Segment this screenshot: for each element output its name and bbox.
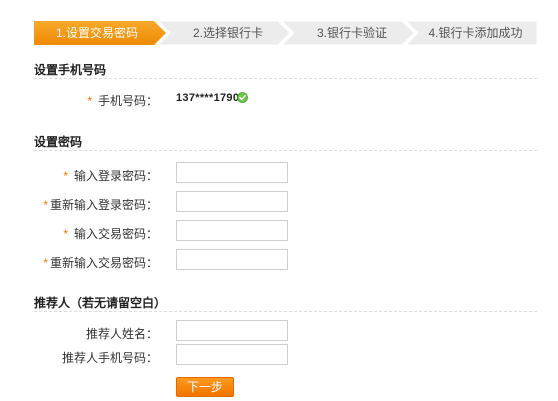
confirm-trade-password-input[interactable]	[176, 249, 288, 270]
step-3-label: 3.银行卡验证	[316, 26, 387, 40]
check-circle-icon	[237, 92, 248, 103]
required-mark: *	[43, 198, 48, 212]
step-progress-bar: 1.设置交易密码 2.选择银行卡 3.银行卡验证 4.银行卡添加成功	[34, 21, 537, 45]
login-password-label-text: 输入登录密码：	[73, 169, 158, 183]
trade-password-input[interactable]	[176, 220, 288, 241]
phone-section-divider	[34, 78, 537, 79]
confirm-login-password-label-text: 重新输入登录密码：	[49, 198, 158, 212]
password-section-divider	[34, 150, 537, 151]
phone-number-label: * 手机号码：	[87, 92, 158, 109]
step-1-label: 1.设置交易密码	[55, 26, 138, 40]
phone-number-value: 137****1790	[176, 92, 240, 104]
login-password-label: * 输入登录密码：	[63, 167, 158, 184]
confirm-trade-password-label: * 重新输入交易密码：	[43, 254, 158, 271]
referrer-phone-input[interactable]	[176, 344, 288, 365]
required-mark: *	[43, 256, 48, 270]
required-mark: *	[63, 169, 68, 183]
referrer-section-title: 推荐人（若无请留空白）	[34, 296, 167, 310]
confirm-trade-password-label-text: 重新输入交易密码：	[49, 256, 158, 270]
step-4-label: 4.银行卡添加成功	[428, 26, 523, 40]
required-mark: *	[87, 94, 92, 108]
login-password-input[interactable]	[176, 162, 288, 183]
step-3-bank-card-verify: 3.银行卡验证	[282, 21, 414, 45]
step-4-bank-card-added: 4.银行卡添加成功	[406, 21, 537, 45]
confirm-login-password-input[interactable]	[176, 191, 288, 212]
referrer-name-label: 推荐人姓名：	[85, 327, 158, 341]
step-2-select-bank-card: 2.选择银行卡	[158, 21, 290, 45]
trade-password-label: * 输入交易密码：	[63, 225, 158, 242]
step-2-label: 2.选择银行卡	[192, 26, 263, 40]
next-step-button[interactable]: 下一步	[176, 377, 234, 397]
phone-section-title: 设置手机号码	[34, 63, 107, 77]
referrer-name-input[interactable]	[176, 320, 288, 341]
password-section-title: 设置密码	[34, 135, 83, 149]
referrer-phone-label: 推荐人手机号码：	[61, 351, 158, 365]
trade-password-label-text: 输入交易密码：	[73, 227, 158, 241]
step-1-set-trade-password: 1.设置交易密码	[34, 21, 166, 45]
referrer-section-divider	[34, 311, 537, 312]
phone-number-label-text: 手机号码：	[97, 94, 158, 108]
confirm-login-password-label: * 重新输入登录密码：	[43, 196, 158, 213]
required-mark: *	[63, 227, 68, 241]
